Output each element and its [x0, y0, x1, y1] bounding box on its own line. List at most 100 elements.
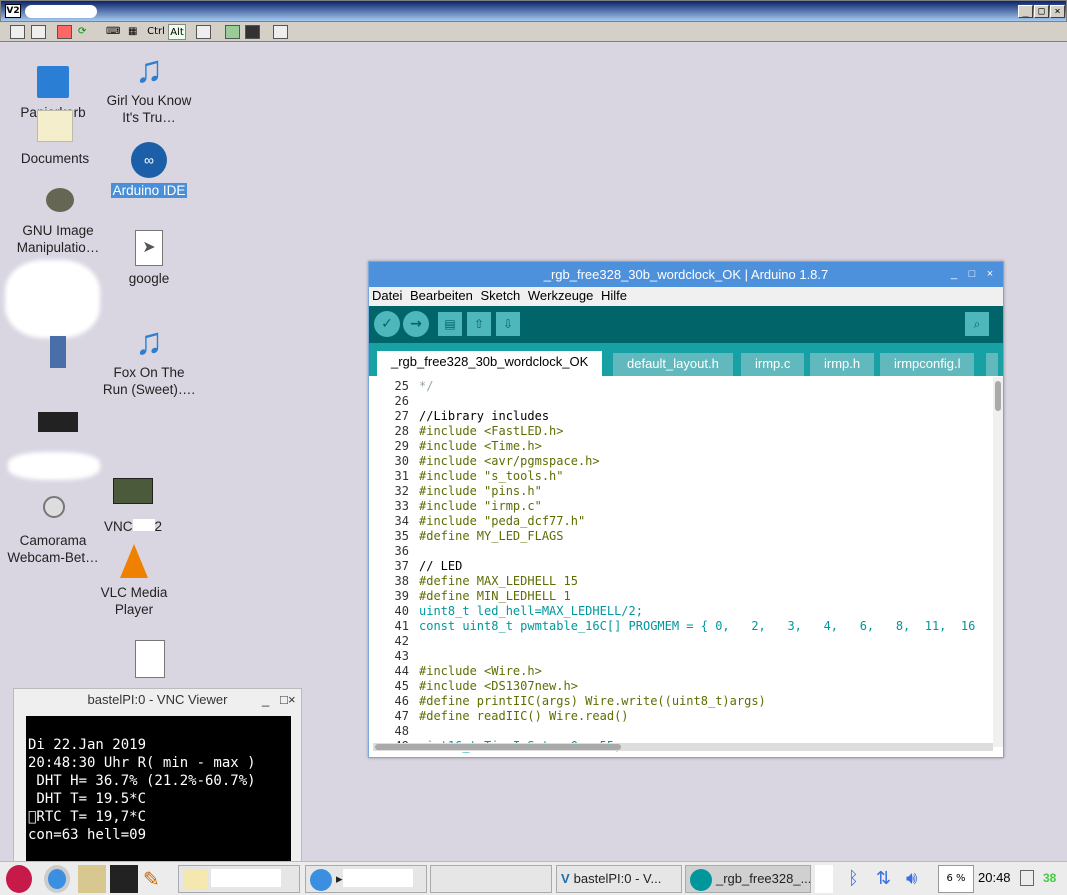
maximize-button[interactable]: □	[1034, 5, 1049, 18]
network-icon[interactable]: ⇅	[876, 865, 898, 893]
code-line[interactable]: uint8_t led_hell=MAX_LEDHELL/2;	[419, 604, 643, 618]
code-line[interactable]: #include "irmp.c"	[419, 499, 542, 513]
line-number: 43	[394, 649, 409, 663]
tab-irmp-c[interactable]: irmp.c	[741, 353, 805, 376]
arduino-ide-window: _rgb_free328_30b_wordclock_OK | Arduino …	[368, 261, 1004, 758]
desktop-icon-arduino[interactable]: ∞ Arduino IDE	[101, 140, 197, 199]
code-line[interactable]: #include <FastLED.h>	[419, 424, 564, 438]
connection-info-icon[interactable]	[31, 25, 46, 39]
menu-werkzeuge[interactable]: Werkzeuge	[528, 288, 594, 303]
tab-main-sketch[interactable]: _rgb_free328_30b_wordclock_OK	[377, 351, 603, 376]
code-line[interactable]: #include "s_tools.h"	[419, 469, 564, 483]
code-line[interactable]: #include "peda_dcf77.h"	[419, 514, 585, 528]
code-line[interactable]: */	[419, 379, 433, 393]
code-line[interactable]: #include "pins.h"	[419, 484, 542, 498]
serial-monitor-button[interactable]: ⌕	[965, 312, 989, 336]
desktop-icon-label: Girl You Know It's Tru…	[106, 93, 192, 125]
code-line[interactable]: #include <Wire.h>	[419, 664, 542, 678]
desktop-icon-server[interactable]	[10, 332, 106, 374]
close-connection-icon[interactable]	[273, 25, 288, 39]
ctrl-alt-del-icon[interactable]: ⌨	[106, 24, 120, 40]
close-button[interactable]: ×	[1050, 5, 1065, 18]
desktop-icon-label: GNU Image Manipulatio…	[16, 223, 100, 255]
code-line[interactable]: #define MAX_LEDHELL 15	[419, 574, 578, 588]
code-line[interactable]: //Library includes	[419, 409, 549, 423]
volume-icon[interactable]: 🔊︎	[906, 865, 930, 893]
horizontal-scrollbar[interactable]	[373, 743, 993, 751]
arduino-titlebar: _rgb_free328_30b_wordclock_OK | Arduino …	[369, 262, 1003, 287]
desktop-icon-device[interactable]	[10, 402, 106, 444]
tab-irmpconfig[interactable]: irmpconfig.l	[880, 353, 975, 376]
code-line[interactable]: #include <DS1307new.h>	[419, 679, 578, 693]
code-line[interactable]: const uint8_t pwmtable_16C[] PROGMEM = {…	[419, 619, 975, 633]
line-number: 28	[394, 424, 409, 438]
webcam-icon	[33, 490, 73, 530]
menu-sketch[interactable]: Sketch	[481, 288, 521, 303]
clipboard-icon[interactable]	[196, 25, 211, 39]
raspberry-menu-icon[interactable]	[6, 865, 32, 893]
tab-more[interactable]	[986, 353, 998, 376]
start-icon[interactable]: ▦	[128, 24, 137, 40]
desktop-icon-textfile[interactable]	[101, 638, 197, 680]
close-button[interactable]: ×	[983, 267, 997, 281]
save-button[interactable]: ⇩	[496, 312, 520, 336]
code-editor[interactable]: 25 */ 26 27 //Library includes 28 #include <Fa…	[369, 377, 1003, 753]
code-line[interactable]: #include <avr/pgmspace.h>	[419, 454, 600, 468]
code-line[interactable]: #define printIIC(args) Wire.write((uint8…	[419, 694, 766, 708]
open-button[interactable]: ⇧	[467, 312, 491, 336]
upload-button[interactable]: →	[403, 311, 429, 337]
code-line[interactable]: // LED	[419, 559, 462, 573]
terminal-icon[interactable]	[110, 865, 138, 893]
device-icon	[38, 402, 78, 442]
taskbar-blank-task[interactable]	[430, 865, 552, 893]
desktop-icon-vlc[interactable]: VLC Media Player	[86, 542, 182, 618]
minimize-button[interactable]: _	[947, 267, 961, 281]
menu-hilfe[interactable]: Hilfe	[601, 288, 627, 303]
taskbar-browser-task[interactable]: ▸	[305, 865, 427, 893]
connection-options-icon[interactable]	[10, 25, 25, 39]
desktop-icon-gimp[interactable]: GNU Image Manipulatio…	[10, 180, 106, 256]
alt-key-button[interactable]: Alt	[168, 24, 186, 40]
code-line[interactable]: #define MY_LED_FLAGS	[419, 529, 564, 543]
line-number: 41	[394, 619, 409, 633]
close-button[interactable]: ×	[288, 689, 296, 711]
fullscreen-icon[interactable]	[57, 25, 72, 39]
minimize-button[interactable]: _	[262, 689, 269, 711]
desktop-icon-google[interactable]: ➤ google	[101, 228, 197, 287]
refresh-icon[interactable]: ⟳	[78, 24, 86, 40]
bluetooth-icon[interactable]: ᛒ	[848, 865, 866, 893]
taskbar-arduino-task[interactable]: _rgb_free328_...	[685, 865, 811, 893]
line-number: 45	[394, 679, 409, 693]
desktop-icon-music-fox[interactable]: ♫ Fox On The Run (Sweet)….	[101, 322, 197, 398]
maximize-button[interactable]: □	[965, 267, 979, 281]
tab-default-layout[interactable]: default_layout.h	[613, 353, 733, 376]
desktop-icon-music-girl[interactable]: ♫ Girl You Know It's Tru…	[101, 50, 197, 126]
verify-button[interactable]: ✓	[374, 311, 400, 337]
task-label: bastelPI:0 - V...	[573, 871, 662, 886]
maximize-button[interactable]: □	[280, 689, 288, 711]
desktop-icon-documents[interactable]: Documents	[7, 108, 103, 167]
menu-datei[interactable]: Datei	[372, 288, 402, 303]
line-number: 37	[394, 559, 409, 573]
vertical-scrollbar[interactable]	[993, 377, 1003, 747]
browser-icon[interactable]	[44, 865, 70, 893]
folder-icon	[35, 108, 75, 148]
clock[interactable]: 20:48	[978, 870, 1011, 885]
tab-irmp-h[interactable]: irmp.h	[810, 353, 875, 376]
pencil-icon[interactable]: ✎	[143, 865, 169, 893]
file-transfer-icon[interactable]	[225, 25, 240, 39]
code-line[interactable]: #define readIIC() Wire.read()	[419, 709, 629, 723]
code-line[interactable]: #include <Time.h>	[419, 439, 542, 453]
taskbar-vncviewer-task[interactable]: VbastelPI:0 - V...	[556, 865, 682, 893]
vnc-viewer-titlebar: bastelPI:0 - VNC Viewer _ □ ×	[14, 689, 301, 711]
save-icon[interactable]	[245, 25, 260, 39]
taskbar-folder-task[interactable]	[178, 865, 300, 893]
desktop-icon-vnc[interactable]: VNC 2	[85, 476, 181, 535]
file-manager-icon[interactable]	[78, 865, 106, 893]
new-button[interactable]: ▤	[438, 312, 462, 336]
code-line[interactable]: #define MIN_LEDHELL 1	[419, 589, 571, 603]
minimize-button[interactable]: _	[1018, 5, 1033, 18]
ctrl-key-button[interactable]: Ctrl	[146, 24, 166, 40]
menu-bearbeiten[interactable]: Bearbeiten	[410, 288, 473, 303]
redacted-blob	[5, 260, 100, 338]
